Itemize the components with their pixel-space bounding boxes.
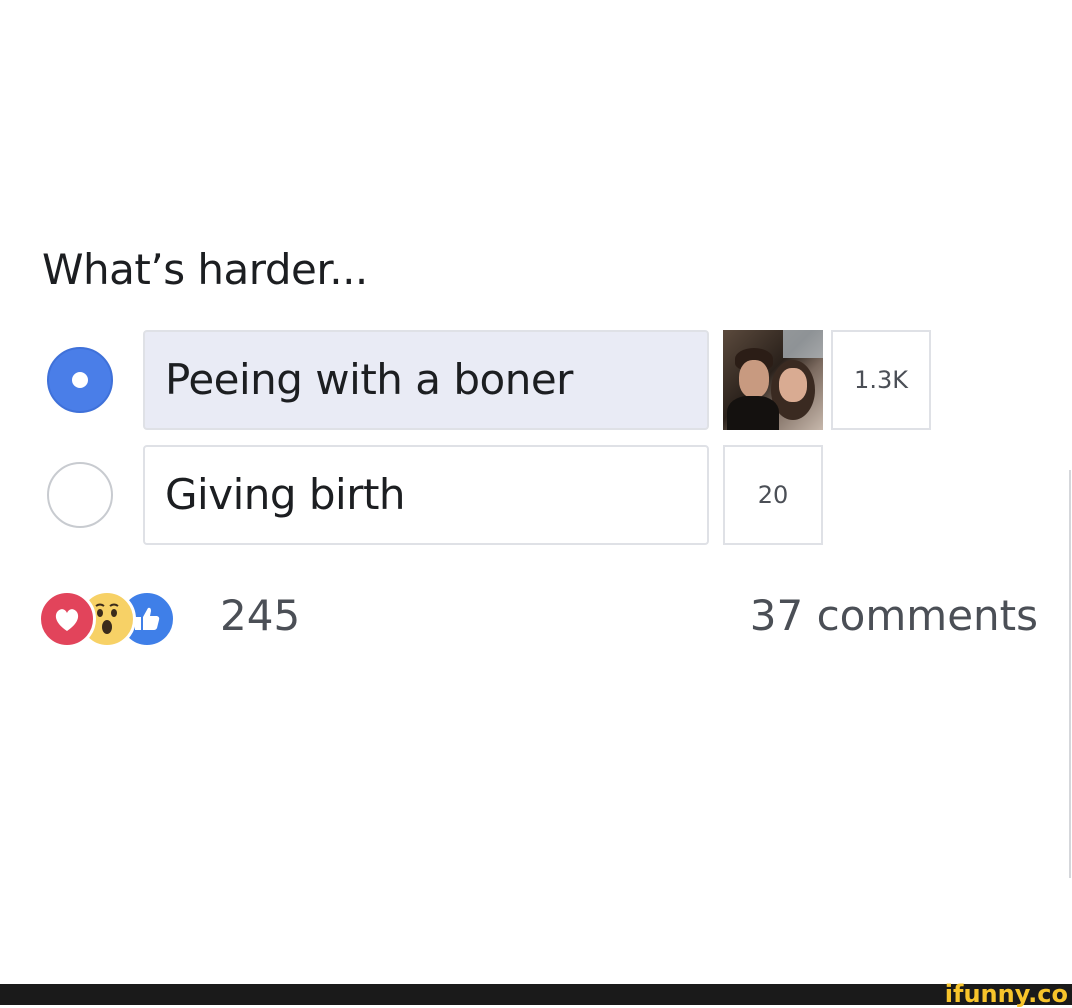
option-1-vote-count[interactable]: 1.3K xyxy=(831,330,931,430)
avatar-photo-suit xyxy=(727,396,779,430)
avatar-photo-light xyxy=(783,330,823,358)
avatar-photo-face xyxy=(739,360,769,398)
option-2-radio[interactable] xyxy=(47,462,113,528)
reaction-icons[interactable] xyxy=(38,590,218,648)
scrollbar-edge xyxy=(1069,470,1071,878)
option-1-box[interactable]: Peeing with a boner xyxy=(143,330,709,430)
option-2-vote-count[interactable]: 20 xyxy=(723,445,823,545)
avatar-photo-face xyxy=(779,368,807,402)
option-1-label: Peeing with a boner xyxy=(165,355,573,404)
option-2-box[interactable]: Giving birth xyxy=(143,445,709,545)
love-icon xyxy=(38,590,96,648)
poll-question: What’s harder... xyxy=(42,245,368,294)
radio-selected-dot xyxy=(72,372,88,388)
watermark-logo: ifunny.co xyxy=(944,980,1068,1008)
option-2-label: Giving birth xyxy=(165,470,406,519)
footer-bar: ifunny.co xyxy=(0,980,1072,1008)
reaction-count[interactable]: 245 xyxy=(220,590,300,642)
voter-avatar[interactable] xyxy=(723,330,823,430)
option-1-radio[interactable] xyxy=(47,347,113,413)
comments-link[interactable]: 37 comments xyxy=(750,590,1038,642)
